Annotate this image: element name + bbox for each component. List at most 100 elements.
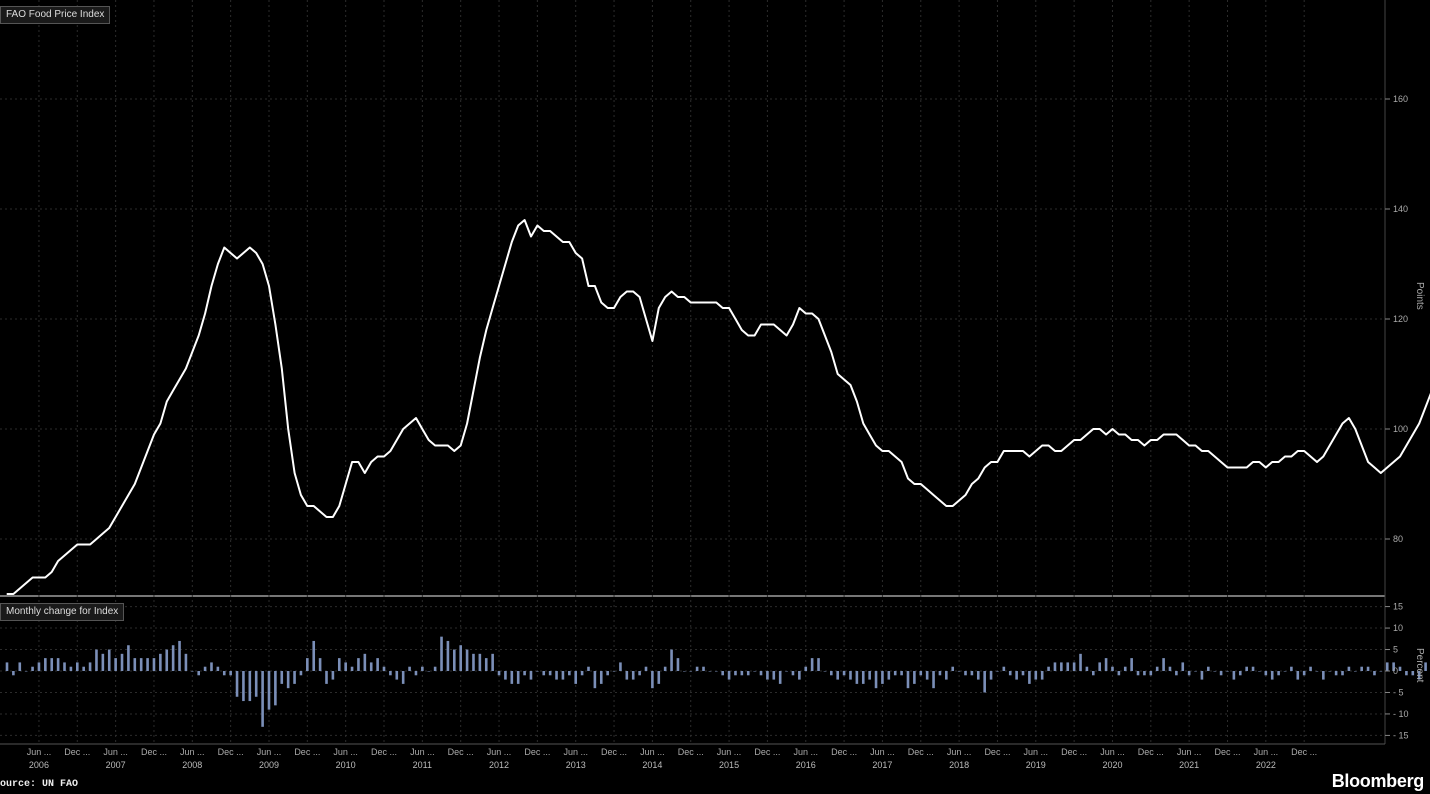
x-year-label: 2019 (1026, 760, 1046, 770)
monthly-change-bar (874, 671, 878, 689)
monthly-change-bar (395, 671, 399, 680)
x-tick-label: Dec ... (831, 747, 857, 757)
monthly-change-bar (1258, 671, 1261, 672)
monthly-change-bar (983, 671, 986, 693)
price-index-point (293, 472, 296, 474)
monthly-change-bar (836, 671, 839, 680)
monthly-change-bar (18, 662, 22, 671)
monthly-change-bar (593, 671, 597, 689)
monthly-change-bar (1315, 671, 1319, 672)
price-index-point (408, 422, 411, 425)
price-index-point (702, 301, 705, 304)
monthly-change-bar (817, 658, 820, 671)
monthly-change-bar (414, 671, 418, 676)
monthly-change-bar (401, 671, 405, 684)
price-index-point (472, 389, 475, 392)
price-index-point (1386, 466, 1388, 469)
price-index-point (926, 488, 928, 491)
monthly-change-bar (683, 671, 686, 672)
monthly-change-bar (203, 666, 207, 671)
monthly-change-bar (210, 662, 213, 671)
x-tick-label: Dec ... (908, 747, 934, 757)
y-axis-title-points: Points (1414, 282, 1425, 310)
price-index-point (964, 494, 967, 496)
monthly-change-bar (31, 666, 34, 671)
monthly-change-bar (1028, 671, 1031, 684)
price-index-point (95, 538, 98, 540)
price-index-point (830, 351, 832, 353)
x-tick-label: Dec ... (601, 747, 627, 757)
x-year-label: 2007 (106, 760, 126, 770)
price-index-point (651, 340, 653, 342)
monthly-change-bar (274, 671, 277, 706)
price-index-point (1118, 433, 1120, 436)
monthly-change-bar (1181, 662, 1185, 671)
price-index-point (396, 439, 398, 441)
price-index-point (236, 257, 238, 260)
price-index-point (1316, 461, 1318, 463)
price-index-point (517, 224, 519, 227)
price-index-point (932, 494, 935, 496)
monthly-change-bar (1213, 671, 1217, 672)
monthly-change-bar (133, 658, 137, 671)
monthly-change-bar (178, 640, 181, 671)
price-index-point (881, 450, 884, 452)
price-index-point (1348, 417, 1350, 419)
monthly-change-bar (1296, 671, 1300, 680)
price-index-point (44, 576, 46, 579)
price-index-point (971, 483, 973, 485)
monthly-change-bar (1092, 671, 1095, 676)
monthly-change-bar (766, 671, 769, 680)
x-year-label: 2013 (566, 760, 586, 770)
y-tick-label: - 15 (1393, 730, 1409, 740)
price-index-point (12, 593, 14, 595)
monthly-change-bar (325, 671, 328, 684)
monthly-change-bar (734, 671, 737, 676)
y-tick-label: 120 (1393, 314, 1408, 324)
x-year-label: 2018 (949, 760, 969, 770)
x-tick-label: Jun ... (717, 747, 742, 757)
monthly-change-bar (619, 662, 622, 671)
price-index-point (1322, 455, 1324, 458)
price-index-point (364, 472, 366, 474)
price-index-point (108, 527, 110, 529)
monthly-change-bar (127, 645, 130, 671)
monthly-change-bar (1322, 671, 1325, 680)
price-index-point (798, 307, 800, 309)
monthly-change-bar (938, 671, 942, 676)
monthly-change-bar (337, 658, 341, 671)
monthly-change-bar (1347, 666, 1351, 671)
price-index-point (1143, 444, 1146, 447)
monthly-change-bar (542, 671, 546, 676)
monthly-change-bar (714, 671, 718, 672)
price-index-point (383, 455, 385, 458)
monthly-change-bar (529, 671, 533, 680)
x-year-label: 2006 (29, 760, 49, 770)
price-index-point (984, 466, 986, 469)
monthly-change-bar (191, 671, 194, 672)
monthly-change-bar (1328, 671, 1332, 672)
monthly-change-bar (1238, 671, 1242, 676)
x-tick-label: Jun ... (333, 747, 358, 757)
monthly-change-bar (37, 662, 41, 671)
price-index-point (575, 252, 577, 254)
price-index-point (357, 461, 360, 463)
price-index-point (607, 307, 609, 309)
monthly-change-bar (1379, 671, 1383, 672)
price-index-point (722, 307, 724, 309)
price-index-point (230, 252, 232, 254)
x-tick-label: Jun ... (257, 747, 282, 757)
monthly-change-bar (331, 671, 335, 680)
monthly-change-bar (695, 666, 699, 671)
price-index-point (415, 417, 417, 419)
monthly-change-bar (849, 671, 852, 680)
price-index-point (1067, 444, 1069, 447)
monthly-change-bar (1277, 671, 1280, 676)
monthly-change-bar (1066, 662, 1070, 671)
price-index-point (1175, 433, 1177, 436)
x-year-label: 2021 (1179, 760, 1199, 770)
price-index-point (76, 543, 78, 546)
price-index-point (677, 296, 679, 298)
monthly-change-bar (5, 662, 9, 671)
price-index-point (51, 571, 53, 573)
